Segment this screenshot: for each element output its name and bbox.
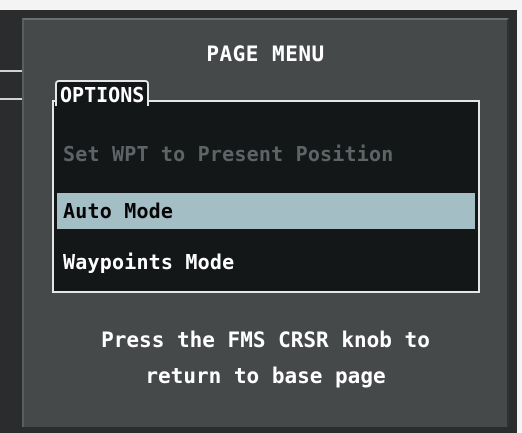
menu-item-set-wpt-present-position: Set WPT to Present Position xyxy=(63,142,394,166)
menu-item-waypoints-mode[interactable]: Waypoints Mode xyxy=(57,244,475,280)
options-list: Set WPT to Present Position Auto Mode Wa… xyxy=(52,100,480,293)
instruction-line-1: Press the FMS CRSR knob to xyxy=(101,328,430,352)
instruction-text: Press the FMS CRSR knob to return to bas… xyxy=(24,322,507,394)
menu-item-auto-mode[interactable]: Auto Mode xyxy=(57,193,475,229)
screen: PAGE MENU Set WPT to Present Position Au… xyxy=(0,0,522,433)
bezel-divider-lower xyxy=(0,98,22,100)
options-group-label: OPTIONS xyxy=(55,80,150,107)
instruction-line-2: return to base page xyxy=(145,364,386,388)
page-menu-title: PAGE MENU xyxy=(206,42,325,66)
bezel-divider-upper xyxy=(0,70,22,72)
page-menu-window: PAGE MENU Set WPT to Present Position Au… xyxy=(22,18,509,427)
